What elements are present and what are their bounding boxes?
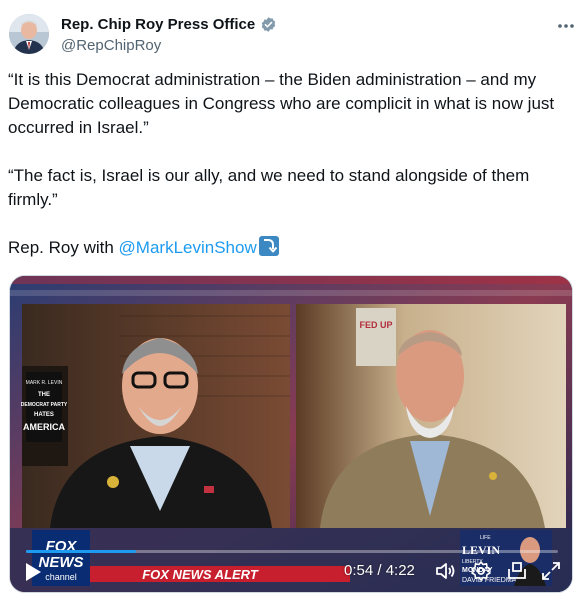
fullscreen-icon[interactable]: [540, 560, 562, 582]
book-author: MARK R. LEVIN: [26, 380, 63, 386]
book-title-line-4: AMERICA: [23, 422, 65, 432]
right-arrow-curving-down-icon: [258, 236, 279, 256]
more-options-icon[interactable]: [554, 14, 578, 38]
author-handle[interactable]: @RepChipRoy: [61, 37, 161, 54]
author-name-row: Rep. Chip Roy Press Office: [61, 16, 277, 33]
book-title-line-2: DEMOCRAT PARTY: [21, 402, 68, 408]
video-frame: MARK R. LEVIN THE DEMOCRAT PARTY HATES A…: [10, 276, 572, 592]
progress-fill: [26, 550, 136, 553]
play-icon[interactable]: [24, 562, 42, 582]
time-display: 0:54 / 4:22: [344, 562, 415, 579]
picture-in-picture-icon[interactable]: [506, 560, 528, 582]
author-display-name[interactable]: Rep. Chip Roy Press Office: [61, 16, 255, 33]
verified-badge-icon: [261, 17, 276, 32]
tweet-paragraph-3-prefix: Rep. Roy with: [8, 238, 119, 257]
tweet-text: “It is this Democrat administration – th…: [8, 68, 578, 284]
player-controls: 0:54 / 4:22: [10, 548, 572, 592]
book-title-line-1: THE: [38, 392, 50, 398]
tweet-paragraph-1: “It is this Democrat administration – th…: [8, 70, 555, 137]
show-badge-line-1: LIFE: [480, 535, 491, 541]
mention-link[interactable]: @MarkLevinShow: [119, 238, 257, 257]
tweet-header: Rep. Chip Roy Press Office @RepChipRoy: [9, 14, 578, 58]
settings-gear-icon[interactable]: [470, 560, 492, 582]
book-title-line-3: HATES: [34, 412, 54, 418]
progress-bar[interactable]: [26, 550, 558, 553]
sign-text: FED UP: [359, 320, 392, 330]
tweet-paragraph-3: Rep. Roy with @MarkLevinShow: [8, 236, 578, 260]
avatar[interactable]: [9, 14, 49, 54]
tweet-paragraph-2: “The fact is, Israel is our ally, and we…: [8, 166, 530, 209]
avatar-image: [9, 14, 49, 54]
volume-icon[interactable]: [434, 560, 456, 582]
video-player[interactable]: MARK R. LEVIN THE DEMOCRAT PARTY HATES A…: [9, 275, 573, 593]
